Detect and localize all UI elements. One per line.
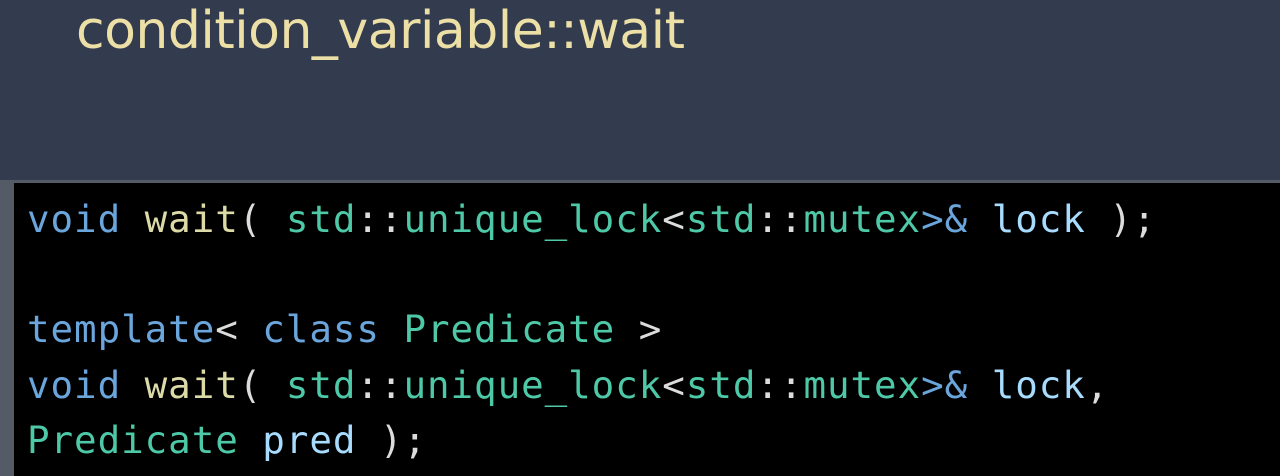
angle-close-reference: >& [921,197,992,241]
code-line-predicate-parameter: Predicate pred ); [27,416,427,464]
type-predicate: Predicate [27,418,239,462]
param-pred: pred [262,418,357,462]
scope-operator: :: [756,197,804,241]
code-line-template-declaration: template< class Predicate > [27,305,662,353]
slide-title: condition_variable::wait [76,1,685,61]
comma: , [1085,363,1110,407]
function-name-wait: wait [121,197,239,241]
paren-open: ( [238,197,286,241]
keyword-class: class [262,307,380,351]
scope-operator: :: [356,363,404,407]
angle-close-reference: >& [921,363,992,407]
angle-open: < [662,197,686,241]
param-lock: lock [991,363,1086,407]
keyword-template: template [27,307,216,351]
namespace-std: std [685,363,757,407]
paren-close-semicolon: ); [1085,197,1157,241]
namespace-std: std [285,363,357,407]
keyword-void: void [27,197,122,241]
namespace-std: std [285,197,357,241]
type-predicate: Predicate [403,307,616,351]
code-block: void wait( std::unique_lock<std::mutex>&… [14,183,1280,476]
paren-close-semicolon: ); [356,418,427,462]
code-line-wait-predicate-signature: void wait( std::unique_lock<std::mutex>&… [27,361,1109,409]
param-lock: lock [991,197,1086,241]
paren-open: ( [238,363,286,407]
function-name-wait: wait [121,363,239,407]
namespace-std: std [685,197,757,241]
angle-close: > [615,307,663,351]
code-frame: void wait( std::unique_lock<std::mutex>&… [0,180,1280,476]
type-unique-lock: unique_lock [403,197,663,241]
angle-open: < [215,307,263,351]
type-mutex: mutex [803,363,922,407]
type-mutex: mutex [803,197,922,241]
scope-operator: :: [756,363,804,407]
scope-operator: :: [356,197,404,241]
angle-open: < [662,363,686,407]
type-unique-lock: unique_lock [403,363,663,407]
code-line-wait-signature: void wait( std::unique_lock<std::mutex>&… [27,195,1156,243]
keyword-void: void [27,363,122,407]
